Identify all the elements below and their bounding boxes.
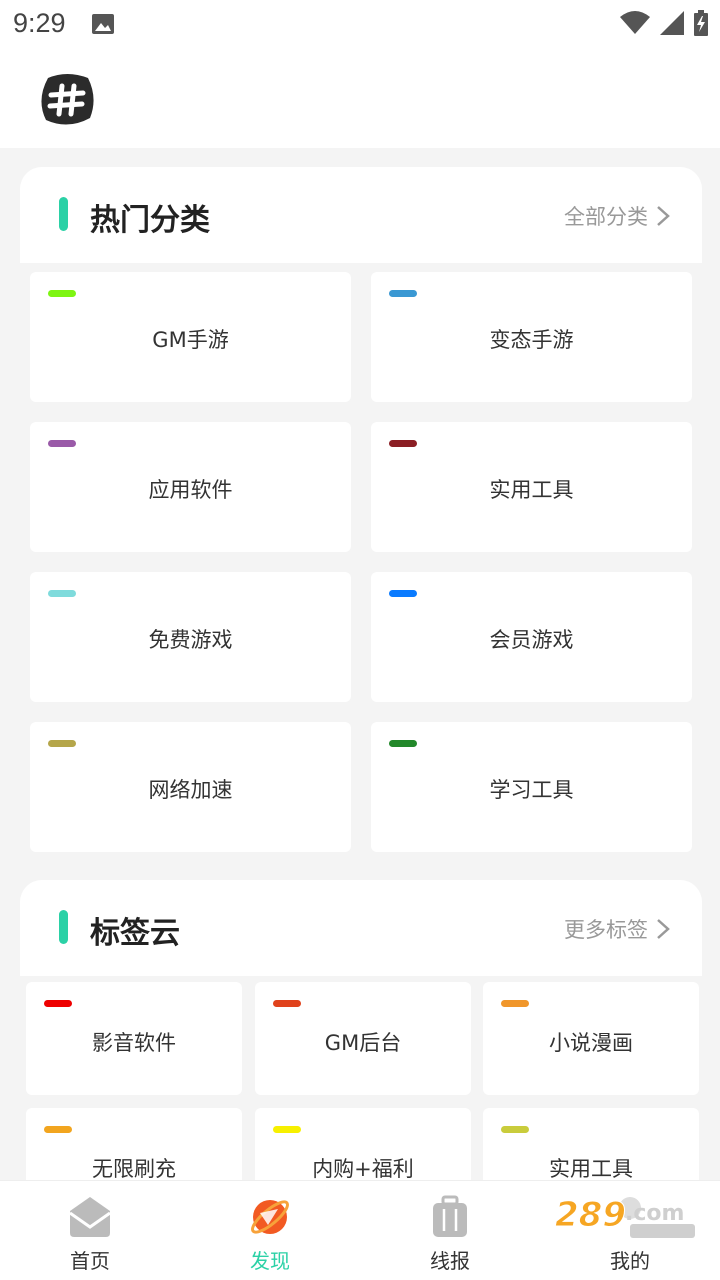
signal-icon [660,11,684,35]
category-label: 实用工具 [489,478,574,502]
tag-cloud-section: 标签云 更多标签 [20,880,702,976]
section-title: 标签云 [90,916,180,951]
tag-card[interactable]: 实用工具 [483,1108,699,1180]
home-icon [69,1197,111,1237]
section-accent-bar [59,910,68,944]
status-time: 9:29 [13,8,66,38]
category-label: 学习工具 [489,778,574,802]
tag-grid: 影音软件 GM后台 小说漫画无限刷充 内购+福利 实用工具 [0,976,720,1180]
app-header [0,50,720,148]
tag-card[interactable]: 影音软件 [26,982,242,1095]
tag-label: 实用工具 [549,1157,633,1180]
tag-card[interactable]: 小说漫画 [483,982,699,1095]
more-tags-link[interactable]: 更多标签 [564,914,670,944]
category-label: 免费游戏 [148,628,233,652]
tag-label: 无限刷充 [92,1157,176,1180]
hot-category-grid: GM手游 变态手游应用软件 实用工具免费游戏 会员游戏网络加速 学习工具 [0,263,720,860]
hot-category-section: 热门分类 全部分类 [20,167,702,263]
tag-color-mark [273,1000,301,1007]
chevron-right-icon [657,206,670,226]
category-color-mark [389,290,417,297]
category-label: 网络加速 [148,778,233,802]
category-card[interactable]: 应用软件 [30,422,351,552]
category-card[interactable]: 实用工具 [371,422,692,552]
tag-label: 小说漫画 [549,1031,633,1055]
category-label: 变态手游 [489,328,574,352]
category-color-mark [48,590,76,597]
chevron-right-icon [657,919,670,939]
nav-home[interactable]: 首页 [0,1181,180,1280]
watermark-logo-icon: 289 .com [555,1195,695,1238]
category-color-mark [48,290,76,297]
battery-charging-icon [694,10,708,36]
tag-card[interactable]: 无限刷充 [26,1108,242,1180]
category-label: GM手游 [152,328,229,352]
category-card[interactable]: 学习工具 [371,722,692,852]
category-label: 会员游戏 [489,628,574,652]
image-notification-icon [92,14,114,34]
section-title: 热门分类 [90,203,210,238]
nav-news-label: 线报 [430,1249,470,1273]
category-color-mark [48,740,76,747]
tag-label: 内购+福利 [312,1157,414,1180]
category-card[interactable]: 网络加速 [30,722,351,852]
nav-discover[interactable]: 发现 [180,1181,360,1280]
nav-home-label: 首页 [70,1249,110,1273]
tag-color-mark [273,1126,301,1133]
category-card[interactable]: GM手游 [30,272,351,402]
more-tags-label: 更多标签 [564,918,648,942]
svg-text:289: 289 [555,1195,626,1235]
tag-label: 影音软件 [92,1031,176,1055]
category-color-mark [389,740,417,747]
tag-card[interactable]: GM后台 [255,982,471,1095]
category-color-mark [389,590,417,597]
app-logo-icon[interactable] [38,72,96,128]
tag-color-mark [501,1126,529,1133]
status-bar: 9:29 [0,0,720,50]
nav-news[interactable]: 线报 [360,1181,540,1280]
category-color-mark [48,440,76,447]
category-card[interactable]: 会员游戏 [371,572,692,702]
all-categories-label: 全部分类 [564,205,648,229]
suitcase-icon [433,1195,467,1237]
tag-card[interactable]: 内购+福利 [255,1108,471,1180]
category-card[interactable]: 变态手游 [371,272,692,402]
category-label: 应用软件 [148,478,233,502]
nav-discover-label: 发现 [250,1249,290,1273]
planet-icon [251,1200,289,1234]
category-color-mark [389,440,417,447]
tag-color-mark [44,1000,72,1007]
svg-text:.com: .com [625,1201,684,1226]
tag-label: GM后台 [324,1031,402,1055]
tag-color-mark [501,1000,529,1007]
tag-color-mark [44,1126,72,1133]
nav-mine-label: 我的 [610,1249,650,1273]
wifi-icon [620,11,650,34]
all-categories-link[interactable]: 全部分类 [564,201,670,231]
category-card[interactable]: 免费游戏 [30,572,351,702]
section-accent-bar [59,197,68,231]
